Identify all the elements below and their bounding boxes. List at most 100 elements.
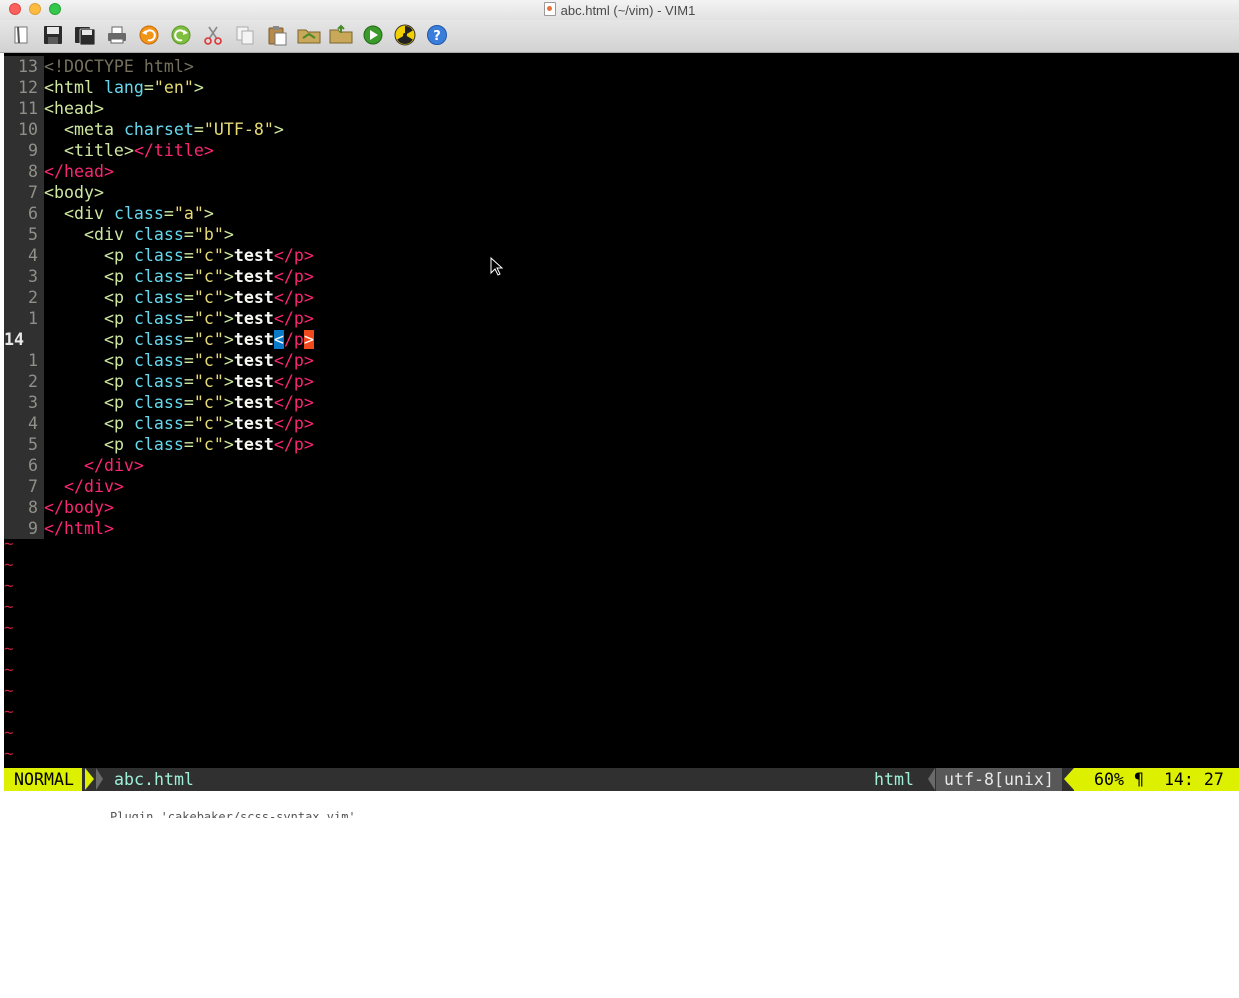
line-text: <p class="c">test</p> (103, 393, 314, 412)
line-text: <div class="a"> (63, 204, 214, 223)
status-encoding: utf-8[unix] (936, 768, 1062, 791)
status-filename: abc.html (114, 770, 194, 789)
save-session-icon[interactable] (328, 22, 354, 48)
code-line[interactable]: 10 <meta charset="UTF-8"> (4, 119, 1239, 140)
code-line[interactable]: 4 <p class="c">test</p> (4, 413, 1239, 434)
empty-line-tilde: ~ (4, 639, 14, 658)
empty-line-tilde: ~ (4, 702, 14, 721)
line-number: 12 (4, 77, 44, 98)
status-cursor-position: 14: 27 (1163, 770, 1224, 789)
empty-line-tilde: ~ (4, 660, 14, 679)
empty-line-tilde: ~ (4, 723, 14, 742)
print-icon[interactable] (104, 22, 130, 48)
cut-icon[interactable] (200, 22, 226, 48)
code-line[interactable]: 1 <p class="c">test</p> (4, 350, 1239, 371)
line-text: </html> (44, 519, 114, 538)
help-icon[interactable]: ? (424, 22, 450, 48)
code-line[interactable]: 13 <!DOCTYPE html> (4, 56, 1239, 77)
line-text: <p class="c">test</p> (103, 288, 314, 307)
title-bar: abc.html (~/vim) - VIM1 (0, 0, 1239, 20)
toolbar: ? (0, 20, 1239, 53)
run-icon[interactable] (360, 22, 386, 48)
code-line[interactable]: 6 </div> (4, 455, 1239, 476)
window-bottom: Plugin 'cakebaker/scss-syntax.vim' (0, 791, 1239, 818)
line-text: <p class="c">test</p> (103, 330, 314, 349)
line-text: </div> (63, 477, 124, 496)
status-line: NORMAL abc.html html utf-8[unix] 60% ¶ 1… (4, 768, 1239, 791)
line-text: <body> (44, 183, 104, 202)
line-number: 3 (4, 392, 44, 413)
status-filetype: html (874, 770, 914, 789)
code-line[interactable]: 8 </body> (4, 497, 1239, 518)
status-separator (96, 768, 103, 790)
line-number: 11 (4, 98, 44, 119)
line-text: <p class="c">test</p> (103, 372, 314, 391)
paste-icon[interactable] (264, 22, 290, 48)
redo-icon[interactable] (168, 22, 194, 48)
line-text: <html lang="en"> (44, 78, 204, 97)
line-text: <p class="c">test</p> (103, 309, 314, 328)
empty-line-tilde: ~ (4, 555, 14, 574)
line-text: </div> (83, 456, 144, 475)
status-separator (85, 768, 94, 790)
current-code-line[interactable]: 14 <p class="c">test</p> (4, 329, 1239, 350)
status-separator (928, 768, 935, 790)
empty-line-tilde: ~ (4, 681, 14, 700)
empty-line-tilde: ~ (4, 576, 14, 595)
code-line[interactable]: 1 <p class="c">test</p> (4, 308, 1239, 329)
line-number: 14 (4, 329, 44, 350)
copy-icon[interactable] (232, 22, 258, 48)
line-text: <p class="c">test</p> (103, 414, 314, 433)
status-separator (1064, 768, 1074, 790)
empty-line-tilde: ~ (4, 618, 14, 637)
line-number: 1 (4, 308, 44, 329)
code-line[interactable]: 7 </div> (4, 476, 1239, 497)
line-number: 5 (4, 434, 44, 455)
line-number: 7 (4, 182, 44, 203)
line-text: </body> (44, 498, 114, 517)
code-line[interactable]: 9 </html> (4, 518, 1239, 539)
code-line[interactable]: 8 </head> (4, 161, 1239, 182)
code-line[interactable]: 6 <div class="a"> (4, 203, 1239, 224)
line-text: <div class="b"> (83, 225, 234, 244)
line-text: <p class="c">test</p> (103, 351, 314, 370)
background-window-text: Plugin 'cakebaker/scss-syntax.vim' (110, 810, 356, 818)
line-text: <p class="c">test</p> (103, 435, 314, 454)
code-line[interactable]: 2 <p class="c">test</p> (4, 371, 1239, 392)
editor-buffer[interactable]: 13 <!DOCTYPE html> 12 <html lang="en"> 11 <he… (4, 53, 1239, 768)
mode-indicator: NORMAL (4, 768, 82, 791)
status-percent: 60% ¶ (1094, 770, 1144, 789)
line-number: 9 (4, 140, 44, 161)
open-icon[interactable] (8, 22, 34, 48)
code-line[interactable]: 3 <p class="c">test</p> (4, 392, 1239, 413)
line-number: 3 (4, 266, 44, 287)
code-line[interactable]: 12 <html lang="en"> (4, 77, 1239, 98)
code-line[interactable]: 7 <body> (4, 182, 1239, 203)
window-title: abc.html (~/vim) - VIM1 (560, 2, 696, 18)
code-line[interactable]: 3 <p class="c">test</p> (4, 266, 1239, 287)
code-line[interactable]: 5 <p class="c">test</p> (4, 434, 1239, 455)
empty-line-tilde: ~ (4, 597, 14, 616)
load-session-icon[interactable] (296, 22, 322, 48)
status-position: 60% ¶ 14: 27 (1074, 768, 1239, 791)
radiation-icon[interactable] (392, 22, 418, 48)
line-text: <!DOCTYPE html> (44, 57, 194, 76)
line-number: 1 (4, 350, 44, 371)
code-line[interactable]: 4 <p class="c">test</p> (4, 245, 1239, 266)
line-text: <head> (44, 99, 104, 118)
save-icon[interactable] (40, 22, 66, 48)
line-text: <title></title> (63, 141, 214, 160)
line-number: 2 (4, 371, 44, 392)
svg-text:?: ? (433, 29, 441, 44)
code-line[interactable]: 11 <head> (4, 98, 1239, 119)
code-line[interactable]: 2 <p class="c">test</p> (4, 287, 1239, 308)
mouse-pointer-icon (490, 257, 504, 276)
line-number: 6 (4, 455, 44, 476)
document-icon (543, 2, 556, 16)
line-number: 5 (4, 224, 44, 245)
line-text: </head> (44, 162, 114, 181)
save-all-icon[interactable] (72, 22, 98, 48)
code-line[interactable]: 9 <title></title> (4, 140, 1239, 161)
code-line[interactable]: 5 <div class="b"> (4, 224, 1239, 245)
undo-icon[interactable] (136, 22, 162, 48)
